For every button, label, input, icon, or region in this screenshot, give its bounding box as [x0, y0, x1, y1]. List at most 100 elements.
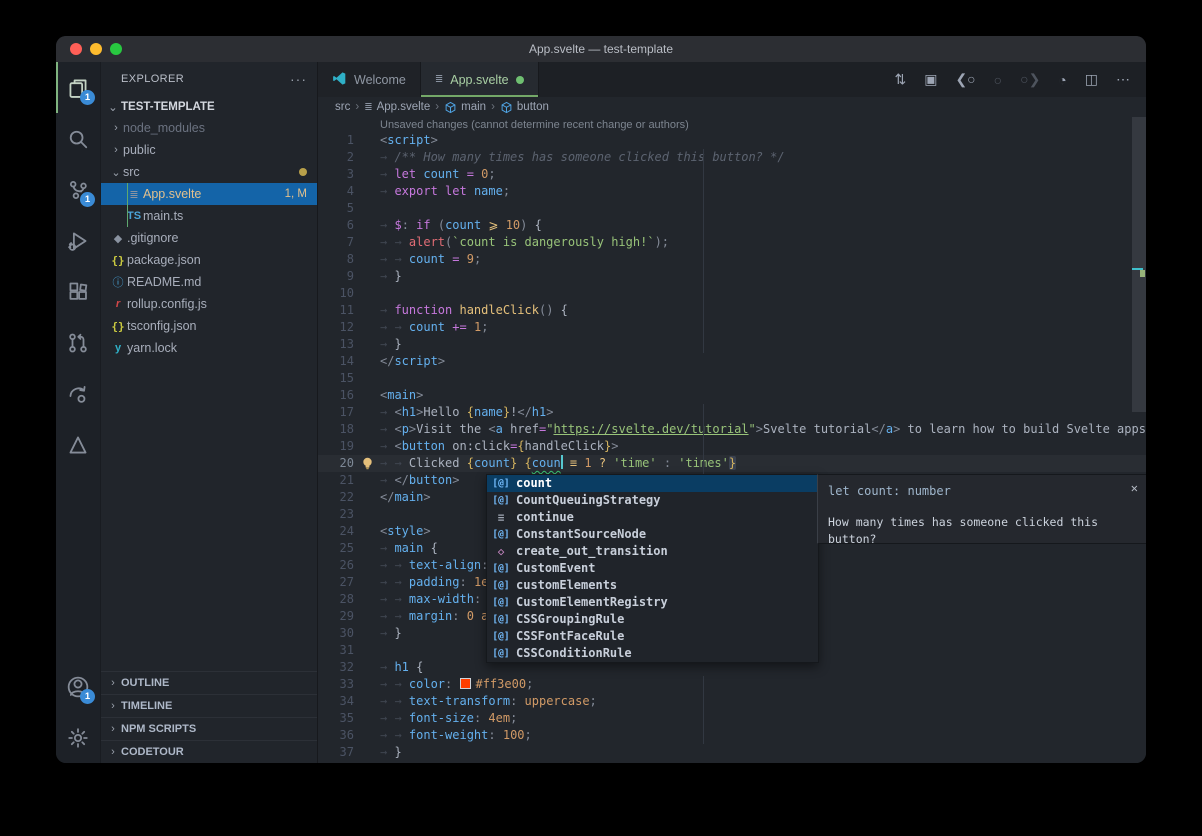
line-number[interactable]: 3 — [318, 166, 354, 183]
open-changes-icon[interactable]: ⇅ — [894, 71, 906, 88]
line-number[interactable]: 23 — [318, 506, 354, 523]
line-number[interactable]: 1 — [318, 132, 354, 149]
file-row-node-modules[interactable]: ›node_modules — [101, 117, 317, 139]
line-number[interactable]: 5 — [318, 200, 354, 217]
code-line-7[interactable]: 7→ → alert(`count is dangerously high!`)… — [318, 234, 1146, 251]
explorer-icon[interactable]: 1 — [56, 62, 100, 113]
code-line-35[interactable]: 35→ → font-size: 4em; — [318, 710, 1146, 727]
suggestion-cssfontfacerule[interactable]: [@]CSSFontFaceRule — [487, 628, 818, 645]
search-icon[interactable] — [56, 113, 100, 164]
code-line-20[interactable]: 20→ → Clicked {count} {coun ≡ 1 ? 'time'… — [318, 455, 1146, 472]
file-row--gitignore[interactable]: ◆.gitignore — [101, 227, 317, 249]
section-header-npm-scripts[interactable]: ›NPM SCRIPTS — [101, 717, 317, 740]
file-row-package-json[interactable]: {}package.json — [101, 249, 317, 271]
more-actions-icon[interactable]: ⋯ — [1116, 71, 1130, 88]
suggestion-count[interactable]: [@]count — [487, 475, 818, 492]
open-preview-icon[interactable]: ▣ — [924, 71, 937, 88]
breadcrumb-item-main[interactable]: main — [444, 101, 486, 114]
line-number[interactable]: 20 — [318, 455, 354, 472]
line-number[interactable]: 17 — [318, 404, 354, 421]
line-number[interactable]: 12 — [318, 319, 354, 336]
minimize-window-button[interactable] — [90, 43, 102, 55]
code-editor[interactable]: Unsaved changes (cannot determine recent… — [318, 117, 1146, 763]
line-number[interactable]: 34 — [318, 693, 354, 710]
line-number[interactable]: 26 — [318, 557, 354, 574]
code-line-37[interactable]: 37→ } — [318, 744, 1146, 761]
code-line-3[interactable]: 3→ let count = 0; — [318, 166, 1146, 183]
line-number[interactable]: 13 — [318, 336, 354, 353]
code-line-33[interactable]: 33→ → color: #ff3e00; — [318, 676, 1146, 693]
line-number[interactable]: 29 — [318, 608, 354, 625]
line-number[interactable]: 35 — [318, 710, 354, 727]
suggestion-countqueuingstrategy[interactable]: [@]CountQueuingStrategy — [487, 492, 818, 509]
file-row-readme-md[interactable]: ⓘREADME.md — [101, 271, 317, 293]
current-change-icon[interactable]: ○ — [994, 72, 1002, 88]
split-editor-icon[interactable]: ◫ — [1085, 71, 1098, 88]
code-line-16[interactable]: 16<main> — [318, 387, 1146, 404]
section-header-outline[interactable]: ›OUTLINE — [101, 671, 317, 694]
line-number[interactable]: 33 — [318, 676, 354, 693]
live-share-icon[interactable] — [56, 368, 100, 419]
github-pull-requests-icon[interactable] — [56, 317, 100, 368]
line-number[interactable]: 6 — [318, 217, 354, 234]
code-line-1[interactable]: 1<script> — [318, 132, 1146, 149]
suggestion-continue[interactable]: ≡continue — [487, 509, 818, 526]
code-line-19[interactable]: 19→ <button on:click={handleClick}> — [318, 438, 1146, 455]
suggestion-cssgroupingrule[interactable]: [@]CSSGroupingRule — [487, 611, 818, 628]
close-window-button[interactable] — [70, 43, 82, 55]
suggestion-constantsourcenode[interactable]: [@]ConstantSourceNode — [487, 526, 818, 543]
workspace-root-row[interactable]: ⌄ TEST-TEMPLATE — [101, 96, 317, 117]
line-number[interactable]: 31 — [318, 642, 354, 659]
next-change-icon[interactable]: ○❯ — [1020, 71, 1040, 88]
previous-change-icon[interactable]: ❮○ — [955, 71, 975, 88]
suggestion-customelementregistry[interactable]: [@]CustomElementRegistry — [487, 594, 818, 611]
breadcrumb-item-app-svelte[interactable]: ≣App.svelte — [364, 101, 430, 113]
line-number[interactable]: 16 — [318, 387, 354, 404]
line-number[interactable]: 19 — [318, 438, 354, 455]
line-number[interactable]: 15 — [318, 370, 354, 387]
breadcrumb-item-src[interactable]: src — [335, 101, 350, 113]
line-number[interactable]: 32 — [318, 659, 354, 676]
line-number[interactable]: 21 — [318, 472, 354, 489]
code-line-18[interactable]: 18→ <p>Visit the <a href="https://svelte… — [318, 421, 1146, 438]
accounts-icon[interactable]: 1 — [56, 661, 100, 712]
file-row-yarn-lock[interactable]: yyarn.lock — [101, 337, 317, 359]
extensions-icon[interactable] — [56, 266, 100, 317]
file-history-icon[interactable]: ◔ — [1058, 72, 1066, 88]
code-line-15[interactable]: 15 — [318, 370, 1146, 387]
azure-icon[interactable] — [56, 419, 100, 470]
file-row-app-svelte[interactable]: ≣App.svelte1, M — [101, 183, 317, 205]
suggestion-create_out_transition[interactable]: ◇create_out_transition — [487, 543, 818, 560]
tab-app-svelte[interactable]: ≣App.svelte — [421, 62, 539, 97]
line-number[interactable]: 28 — [318, 591, 354, 608]
suggestion-customevent[interactable]: [@]CustomEvent — [487, 560, 818, 577]
source-control-icon[interactable]: 1 — [56, 164, 100, 215]
code-line-4[interactable]: 4→ export let name; — [318, 183, 1146, 200]
section-header-codetour[interactable]: ›CODETOUR — [101, 740, 317, 763]
explorer-more-actions-icon[interactable]: ··· — [290, 71, 307, 87]
line-number[interactable]: 8 — [318, 251, 354, 268]
code-line-10[interactable]: 10 — [318, 285, 1146, 302]
zoom-window-button[interactable] — [110, 43, 122, 55]
line-number[interactable]: 4 — [318, 183, 354, 200]
line-number[interactable]: 9 — [318, 268, 354, 285]
settings-gear-icon[interactable] — [56, 712, 100, 763]
code-line-14[interactable]: 14</script> — [318, 353, 1146, 370]
line-number[interactable]: 30 — [318, 625, 354, 642]
code-line-9[interactable]: 9→ } — [318, 268, 1146, 285]
file-row-src[interactable]: ⌄src — [101, 161, 317, 183]
line-number[interactable]: 11 — [318, 302, 354, 319]
line-number[interactable]: 14 — [318, 353, 354, 370]
code-line-6[interactable]: 6→ $: if (count ⩾ 10) { — [318, 217, 1146, 234]
code-line-13[interactable]: 13→ } — [318, 336, 1146, 353]
code-line-11[interactable]: 11→ function handleClick() { — [318, 302, 1146, 319]
breadcrumb-item-button[interactable]: button — [500, 101, 549, 114]
line-number[interactable]: 37 — [318, 744, 354, 761]
tab-welcome[interactable]: Welcome — [318, 62, 421, 97]
section-header-timeline[interactable]: ›TIMELINE — [101, 694, 317, 717]
line-number[interactable]: 18 — [318, 421, 354, 438]
line-number[interactable]: 36 — [318, 727, 354, 744]
lightbulb-icon[interactable] — [360, 456, 375, 471]
code-line-36[interactable]: 36→ → font-weight: 100; — [318, 727, 1146, 744]
code-line-12[interactable]: 12→ → count += 1; — [318, 319, 1146, 336]
